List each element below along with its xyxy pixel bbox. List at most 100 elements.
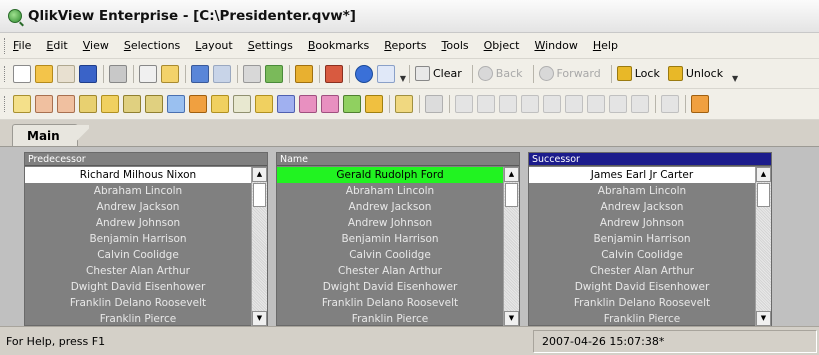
align-middle-icon[interactable] [543, 95, 561, 113]
list-item[interactable]: Andrew Johnson [277, 215, 503, 231]
list-item[interactable]: James Earl Jr Carter [529, 167, 755, 183]
menu-help[interactable]: Help [593, 39, 618, 52]
same-width-icon[interactable] [631, 95, 649, 113]
toolbar-grip[interactable] [4, 96, 7, 112]
list-item[interactable]: Franklin Pierce [529, 311, 755, 327]
scroll-down-icon[interactable]: ▼ [504, 311, 519, 326]
reload-icon[interactable] [57, 64, 75, 83]
chart-icon[interactable] [189, 95, 207, 113]
list-item[interactable]: Franklin Pierce [25, 311, 251, 327]
list-item[interactable]: Chester Alan Arthur [277, 263, 503, 279]
listbox-successor[interactable]: Successor James Earl Jr Carter Abraham Li… [528, 152, 772, 326]
select-fields-icon[interactable] [265, 64, 283, 83]
align-top-icon[interactable] [565, 95, 583, 113]
menu-view[interactable]: View [83, 39, 109, 52]
list-item[interactable]: Franklin Pierce [277, 311, 503, 327]
space-vertical-icon[interactable] [609, 95, 627, 113]
open-folder-icon[interactable] [35, 64, 53, 83]
lock-button[interactable]: Lock [616, 66, 660, 81]
list-item[interactable]: Franklin Delano Roosevelt [25, 295, 251, 311]
scroll-down-icon[interactable]: ▼ [756, 311, 771, 326]
list-item[interactable]: Dwight David Eisenhower [529, 279, 755, 295]
format-painter-icon[interactable] [425, 95, 443, 113]
menu-settings[interactable]: Settings [248, 39, 293, 52]
menu-layout[interactable]: Layout [195, 39, 232, 52]
list-item[interactable]: Benjamin Harrison [529, 231, 755, 247]
forward-button[interactable]: Forward [538, 66, 601, 81]
menu-edit[interactable]: Edit [46, 39, 67, 52]
search-object-icon[interactable] [343, 95, 361, 113]
listbox-caption[interactable]: Name [277, 153, 519, 166]
toolbar-overflow-icon[interactable]: ▼ [399, 65, 407, 83]
list-item[interactable]: Andrew Jackson [25, 199, 251, 215]
list-item[interactable]: Andrew Johnson [529, 215, 755, 231]
list-item[interactable]: Calvin Coolidge [25, 247, 251, 263]
clear-button[interactable]: Clear [415, 66, 462, 81]
back-button[interactable]: Back [477, 66, 523, 81]
button-object-icon[interactable] [233, 95, 251, 113]
scroll-up-icon[interactable]: ▲ [756, 167, 771, 182]
toolbar-overflow-icon[interactable]: ▼ [731, 65, 739, 83]
scroll-up-icon[interactable]: ▲ [504, 167, 519, 182]
sheet-properties-icon[interactable] [79, 95, 97, 113]
unlock-button[interactable]: Unlock [667, 66, 723, 81]
text-object-icon[interactable] [255, 95, 273, 113]
menu-bookmarks[interactable]: Bookmarks [308, 39, 369, 52]
list-item[interactable]: Benjamin Harrison [25, 231, 251, 247]
new-sheet-icon[interactable] [13, 95, 31, 113]
list-item[interactable]: Gerald Rudolph Ford [277, 167, 503, 183]
listbox-scrollbar[interactable]: ▲ ▼ [251, 167, 267, 326]
statistics-box-icon[interactable] [123, 95, 141, 113]
align-left-icon[interactable] [455, 95, 473, 113]
list-item[interactable]: Dwight David Eisenhower [25, 279, 251, 295]
design-tools-icon[interactable] [325, 64, 343, 83]
listbox-scrollbar[interactable]: ▲ ▼ [503, 167, 519, 326]
table-box-icon[interactable] [167, 95, 185, 113]
qlikview-app-icon[interactable] [8, 9, 22, 23]
menu-reports[interactable]: Reports [384, 39, 426, 52]
scroll-down-icon[interactable]: ▼ [252, 311, 267, 326]
undo-icon[interactable] [191, 64, 209, 83]
grid-chart-icon[interactable] [395, 95, 413, 113]
menu-tools[interactable]: Tools [442, 39, 469, 52]
new-document-icon[interactable] [13, 64, 31, 83]
save-icon[interactable] [79, 64, 97, 83]
line-arrow-icon[interactable] [277, 95, 295, 113]
redo-icon[interactable] [213, 64, 231, 83]
list-item[interactable]: Abraham Lincoln [277, 183, 503, 199]
align-center-icon[interactable] [477, 95, 495, 113]
reload-data-icon[interactable] [161, 64, 179, 83]
listbox-icon[interactable] [101, 95, 119, 113]
list-item[interactable]: Benjamin Harrison [277, 231, 503, 247]
demote-sheet-icon[interactable] [57, 95, 75, 113]
align-right-icon[interactable] [499, 95, 517, 113]
list-item[interactable]: Abraham Lincoln [529, 183, 755, 199]
menu-window[interactable]: Window [534, 39, 577, 52]
listbox-caption[interactable]: Predecessor [25, 153, 267, 166]
menu-file[interactable]: File [13, 39, 31, 52]
menu-object[interactable]: Object [484, 39, 520, 52]
list-item[interactable]: Calvin Coolidge [529, 247, 755, 263]
listbox-scrollbar[interactable]: ▲ ▼ [755, 167, 771, 326]
promote-sheet-icon[interactable] [35, 95, 53, 113]
list-item[interactable]: Richard Milhous Nixon [25, 167, 251, 183]
list-item[interactable]: Abraham Lincoln [25, 183, 251, 199]
toolbar-grip[interactable] [4, 65, 7, 82]
context-help-icon[interactable] [377, 64, 395, 83]
input-box-icon[interactable] [211, 95, 229, 113]
list-item[interactable]: Dwight David Eisenhower [277, 279, 503, 295]
menu-selections[interactable]: Selections [124, 39, 180, 52]
scroll-up-icon[interactable]: ▲ [252, 167, 267, 182]
align-bottom-icon[interactable] [521, 95, 539, 113]
list-item[interactable]: Chester Alan Arthur [25, 263, 251, 279]
same-height-icon[interactable] [661, 95, 679, 113]
slider-object-icon[interactable] [299, 95, 317, 113]
scroll-thumb[interactable] [505, 183, 518, 207]
list-item[interactable]: Chester Alan Arthur [529, 263, 755, 279]
list-item[interactable]: Andrew Jackson [277, 199, 503, 215]
menubar-grip[interactable] [4, 37, 7, 54]
properties-icon[interactable] [691, 95, 709, 113]
listbox-predecessor[interactable]: Predecessor Richard Milhous Nixon Abraham… [24, 152, 268, 326]
list-item[interactable]: Andrew Johnson [25, 215, 251, 231]
scroll-thumb[interactable] [253, 183, 266, 207]
